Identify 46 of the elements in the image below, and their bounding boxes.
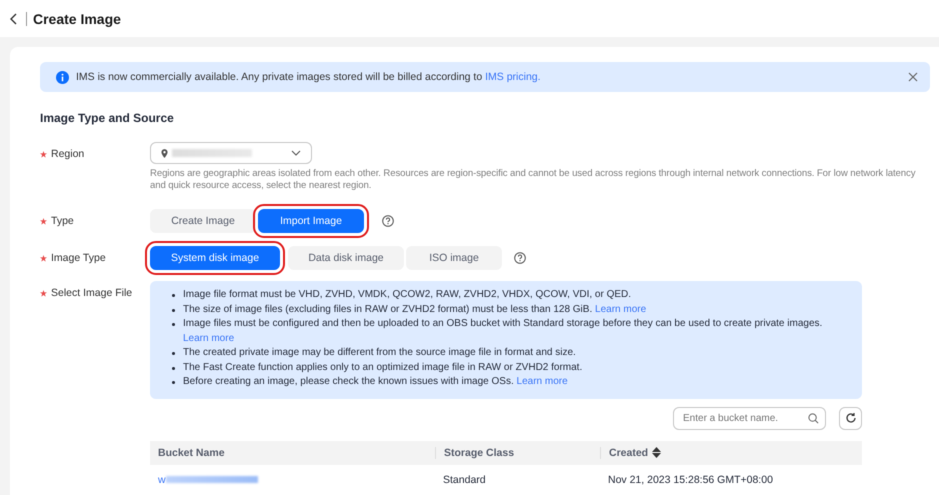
column-header: Storage Class [444,446,514,458]
column-header: Bucket Name [158,446,225,458]
learn-more-link[interactable]: Learn more [516,376,568,387]
info-icon [56,70,69,84]
note-text: The created private image may be different from the source image file in format and size. [183,346,576,360]
chevron-down-icon [291,150,301,156]
help-icon[interactable] [514,252,526,264]
field-label: Select Image File [51,287,132,299]
help-icon[interactable] [382,215,394,227]
bullet-icon [172,308,175,312]
note-text: Before creating an image, please check the known issues with image OSs. Learn more [183,375,568,389]
column-header: Created [609,446,648,458]
bullet-icon [172,366,175,370]
note-text: The size of image files (excluding files in RAW or ZVHD2 format) must be less than 128 GiB. Learn more [183,302,646,316]
location-pin-icon [161,148,168,158]
bucket-link[interactable]: w [158,474,166,486]
option-button[interactable]: Import Image [258,209,364,233]
note-text: Image file format must be VHD, ZVHD, VMDK, QCOW2, RAW, ZVHD2, VHDX, QCOW, VDI, or QED. [183,288,632,302]
bullet-icon [172,381,175,384]
option-button[interactable]: Create Image [150,209,256,233]
notice-text: IMS is now commercially available. Any private images stored will be billed according to IMS pricing. [76,71,542,83]
option-button[interactable]: ISO image [406,246,502,270]
table-cell: Nov 21, 2023 15:28:56 GMT+08:00 [608,474,773,486]
field-label: Image Type [51,252,106,264]
page-title: Create Image [33,10,121,26]
note-text: Image files must be configured and then be uploaded to an OBS bucket with Standard storage before they can be used to create private images. Learn more [183,317,824,346]
bullet-icon [172,294,175,297]
refresh-button[interactable] [839,406,862,430]
bullet-icon [172,323,175,326]
field-label: Region [51,148,84,160]
option-button[interactable]: Data disk image [288,246,404,270]
search-field[interactable]: Enter a bucket name. [673,406,826,430]
option-button[interactable]: System disk image [150,246,280,270]
search-icon[interactable] [808,412,819,424]
note-text: The Fast Create function applies only to an optimized image file in RAW or ZVHD2 format. [183,360,582,374]
learn-more-link[interactable]: Learn more [595,304,646,314]
learn-more-link[interactable]: Learn more [183,332,234,344]
section-title: Image Type and Source [40,111,175,125]
close-icon[interactable] [908,72,918,82]
table-cell: Standard [443,474,486,486]
region-description: Regions are geographic areas isolated from each other. Resources are region-specific and cannot be used across regions through internal network connections. For low network latency and quick resource access, select the nearest region. [150,168,916,192]
pricing-link[interactable]: IMS pricing. [485,71,541,83]
field-label: Type [51,215,74,227]
sort-icon[interactable] [652,447,662,458]
bullet-icon [172,352,175,355]
refresh-icon [844,412,856,424]
